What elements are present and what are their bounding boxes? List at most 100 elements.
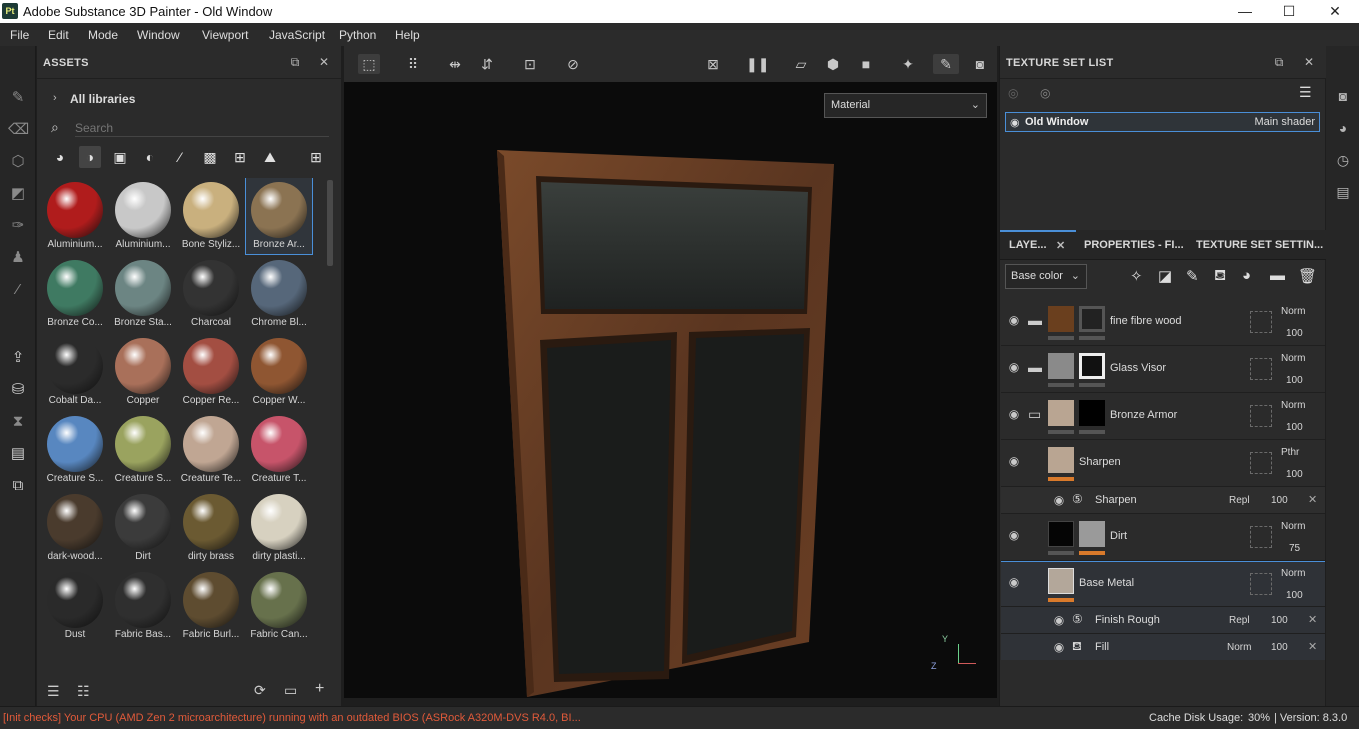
add-paint-layer-icon[interactable]: ✎	[1186, 267, 1199, 285]
timeline-icon[interactable]: ⧗	[8, 412, 28, 432]
asset-scrollbar[interactable]	[327, 180, 333, 266]
grid-view-icon[interactable]: ⊞	[305, 146, 327, 168]
log-icon[interactable]: ▤	[1333, 182, 1353, 202]
menu-help[interactable]: Help	[395, 28, 420, 42]
library-breadcrumb[interactable]: All libraries	[70, 92, 135, 106]
menu-window[interactable]: Window	[137, 28, 180, 42]
effect-row-fill[interactable]: ◉ ⛾ Fill Norm 100 ✕	[1001, 634, 1325, 660]
clone-stamp-icon[interactable]: ♟	[8, 248, 28, 268]
material-item[interactable]: Creature S...	[110, 412, 176, 488]
shader-settings-icon[interactable]: ◕	[1333, 118, 1353, 138]
menu-javascript[interactable]: JavaScript	[269, 28, 325, 42]
texture-set-item[interactable]: ◉ Old Window Main shader	[1005, 112, 1320, 132]
texture-filter-icon[interactable]: ▩	[199, 146, 221, 168]
details-view-icon[interactable]: ☷	[77, 683, 90, 700]
mask-slot[interactable]	[1250, 311, 1272, 333]
display-settings-icon[interactable]: ◙	[1333, 86, 1353, 106]
add-effect-icon[interactable]: ✧	[1130, 267, 1143, 285]
material-item[interactable]: Dirt	[110, 490, 176, 566]
material-item[interactable]: Aluminium...	[110, 178, 176, 254]
undock-icon[interactable]: ⧉	[288, 55, 302, 69]
effect-row-finish-rough[interactable]: ◉ ⑤ Finish Rough Repl 100 ✕	[1001, 607, 1325, 634]
display-mode-dropdown[interactable]: Material ⌄	[824, 93, 987, 118]
search-input[interactable]	[75, 119, 329, 137]
material-item[interactable]: Fabric Can...	[246, 568, 312, 644]
hide-icon[interactable]: ⊠	[702, 54, 724, 74]
material-item[interactable]: Fabric Burl...	[178, 568, 244, 644]
opacity-value[interactable]: 100	[1286, 328, 1303, 339]
eye-icon[interactable]: ◉	[1006, 361, 1022, 373]
blend-mode[interactable]: Pthr	[1281, 447, 1299, 458]
delete-icon[interactable]: 🗑	[1298, 267, 1317, 285]
effect-row-sharpen[interactable]: ◉ ⑤ Sharpen Repl 100 ✕	[1001, 487, 1325, 514]
brush-filter-icon[interactable]: ⁄	[169, 146, 191, 168]
remove-effect-icon[interactable]: ✕	[1308, 640, 1317, 653]
menu-python[interactable]: Python	[339, 28, 376, 42]
material-item[interactable]: Cobalt Da...	[42, 334, 108, 410]
material-item[interactable]: Bone Styliz...	[178, 178, 244, 254]
folder-icon[interactable]: ▭	[284, 682, 297, 699]
paint-brush-icon[interactable]: ✎	[8, 88, 28, 108]
blend-mode[interactable]: Norm	[1281, 521, 1305, 532]
eye-icon[interactable]: ◉	[1006, 455, 1022, 467]
undock-icon[interactable]: ⧉	[1272, 55, 1286, 69]
blend-mode[interactable]: Norm	[1227, 642, 1251, 653]
opacity-value[interactable]: 100	[1286, 469, 1303, 480]
library-icon[interactable]: ⧉	[8, 476, 28, 496]
material-item[interactable]: Creature Te...	[178, 412, 244, 488]
blend-mode[interactable]: Norm	[1281, 568, 1305, 579]
opacity-value[interactable]: 100	[1286, 375, 1303, 386]
add-folder-icon[interactable]: ▬	[1270, 267, 1285, 284]
3d-view-icon[interactable]: ⬢	[822, 54, 844, 74]
mask-slot[interactable]	[1250, 526, 1272, 548]
layer-row-fine-fibre-wood[interactable]: ◉ ▬ fine fibre wood Norm 100	[1001, 299, 1325, 346]
smudge-icon[interactable]: ✑	[8, 216, 28, 236]
filter-effect-icon[interactable]: ◐	[139, 146, 161, 168]
eye-icon[interactable]: ◉	[1051, 614, 1067, 626]
mask-slot[interactable]	[1250, 452, 1272, 474]
menu-viewport[interactable]: Viewport	[202, 28, 248, 42]
material-item[interactable]: Bronze Co...	[42, 256, 108, 332]
remove-effect-icon[interactable]: ✕	[1308, 613, 1317, 626]
blend-mode[interactable]: Norm	[1281, 306, 1305, 317]
material-item[interactable]: Copper	[110, 334, 176, 410]
eye-icon[interactable]: ◉	[1051, 494, 1067, 506]
grid-tools-icon[interactable]: ⠿	[402, 54, 424, 74]
menu-lines-icon[interactable]: ☰	[1299, 84, 1312, 101]
opacity-value[interactable]: 100	[1286, 422, 1303, 433]
tab-properties[interactable]: PROPERTIES - FI...	[1084, 239, 1184, 251]
close-tab-icon[interactable]: ✕	[1056, 239, 1065, 252]
material-item[interactable]: Creature S...	[42, 412, 108, 488]
chevron-right-icon[interactable]: ›	[53, 92, 57, 104]
selection-mode-icon[interactable]: ⬚	[358, 54, 380, 74]
maximize-button[interactable]: ☐	[1266, 0, 1312, 23]
material-item[interactable]: Copper Re...	[178, 334, 244, 410]
mask-slot[interactable]	[1250, 405, 1272, 427]
blend-mode[interactable]: Norm	[1281, 353, 1305, 364]
eye-icon[interactable]: ◉	[1006, 408, 1022, 420]
3d-viewport[interactable]: Y Z Material ⌄	[344, 82, 997, 698]
close-panel-icon[interactable]: ✕	[1302, 55, 1316, 69]
eye-icon[interactable]: ◉	[1051, 641, 1067, 653]
screenshot-icon[interactable]: ◙	[969, 54, 991, 74]
menu-edit[interactable]: Edit	[48, 28, 69, 42]
material-item[interactable]: Creature T...	[246, 412, 312, 488]
material-item[interactable]: Bronze Ar...	[245, 178, 313, 255]
smart-material-icon[interactable]: ◕	[1242, 267, 1251, 284]
camera-icon[interactable]: ■	[855, 54, 877, 74]
reset-camera-icon[interactable]: ⊘	[562, 54, 584, 74]
material-item[interactable]: Bronze Sta...	[110, 256, 176, 332]
2d-view-icon[interactable]: ▱	[790, 54, 812, 74]
add-fill-layer-icon[interactable]: ⛾	[1214, 267, 1226, 286]
geometry-mask-icon[interactable]: ◩	[8, 184, 28, 204]
material-item[interactable]: Charcoal	[178, 256, 244, 332]
remove-effect-icon[interactable]: ✕	[1308, 493, 1317, 506]
history-icon[interactable]: ◷	[1333, 150, 1353, 170]
status-message[interactable]: [Init checks] Your CPU (AMD Zen 2 microa…	[3, 712, 583, 724]
material-item[interactable]: Chrome Bl...	[246, 256, 312, 332]
render-icon[interactable]: ✦	[897, 54, 919, 74]
projection-icon[interactable]: ⬡	[8, 152, 28, 172]
layer-row-dirt[interactable]: ◉ Dirt Norm 75	[1001, 514, 1325, 561]
close-button[interactable]: ✕	[1312, 0, 1358, 23]
channel-dropdown[interactable]: Base color ⌄	[1005, 264, 1087, 289]
